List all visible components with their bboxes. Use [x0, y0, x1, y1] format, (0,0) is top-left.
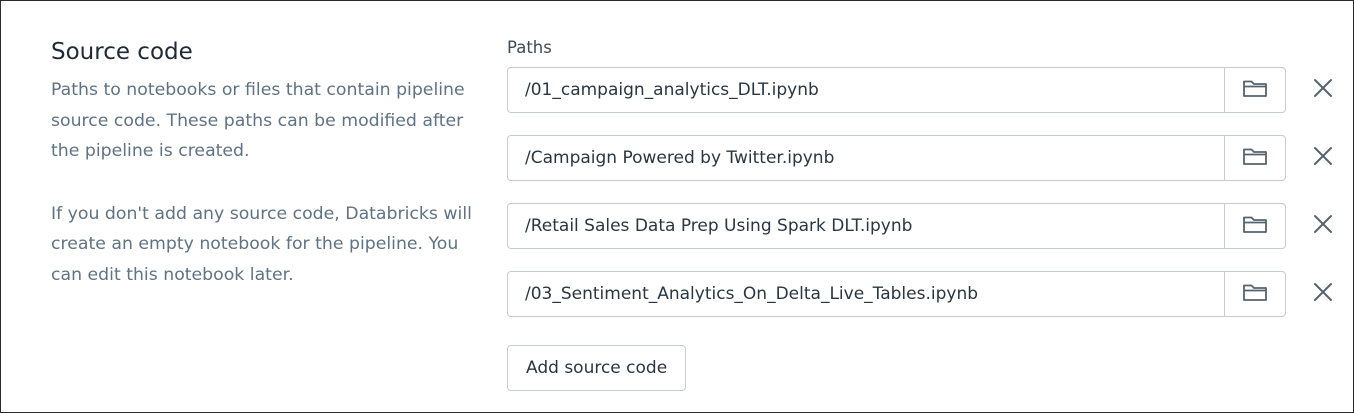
close-icon — [1313, 214, 1333, 238]
path-field — [507, 271, 1286, 317]
remove-path-button[interactable] — [1307, 210, 1339, 242]
path-row — [507, 271, 1337, 319]
paths-label: Paths — [507, 38, 552, 57]
source-code-panel: Source code Paths to notebooks or files … — [0, 0, 1354, 413]
path-row — [507, 203, 1337, 251]
remove-path-button[interactable] — [1307, 278, 1339, 310]
browse-button[interactable] — [1224, 136, 1285, 180]
add-source-code-button[interactable]: Add source code — [507, 345, 687, 391]
close-icon — [1313, 78, 1333, 102]
path-field — [507, 135, 1286, 181]
remove-path-button[interactable] — [1307, 74, 1339, 106]
path-input[interactable] — [508, 68, 1224, 112]
folder-icon — [1242, 146, 1268, 170]
path-row — [507, 67, 1337, 115]
folder-icon — [1242, 214, 1268, 238]
close-icon — [1313, 146, 1333, 170]
close-icon — [1313, 282, 1333, 306]
path-field — [507, 67, 1286, 113]
remove-path-button[interactable] — [1307, 142, 1339, 174]
browse-button[interactable] — [1224, 272, 1285, 316]
folder-icon — [1242, 282, 1268, 306]
path-input[interactable] — [508, 136, 1224, 180]
path-row — [507, 135, 1337, 183]
section-description: Paths to notebooks or files that contain… — [51, 80, 465, 161]
browse-button[interactable] — [1224, 204, 1285, 248]
path-field — [507, 203, 1286, 249]
section-note: If you don't add any source code, Databr… — [51, 203, 472, 285]
section-info: Source code Paths to notebooks or files … — [51, 37, 481, 290]
paths-editor: Paths /01_campaign_analytics_DLT.ipynb /… — [507, 37, 1337, 391]
folder-icon — [1242, 78, 1268, 102]
path-input[interactable] — [508, 272, 1224, 316]
path-input[interactable] — [508, 204, 1224, 248]
browse-button[interactable] — [1224, 68, 1285, 112]
section-title: Source code — [51, 39, 193, 65]
